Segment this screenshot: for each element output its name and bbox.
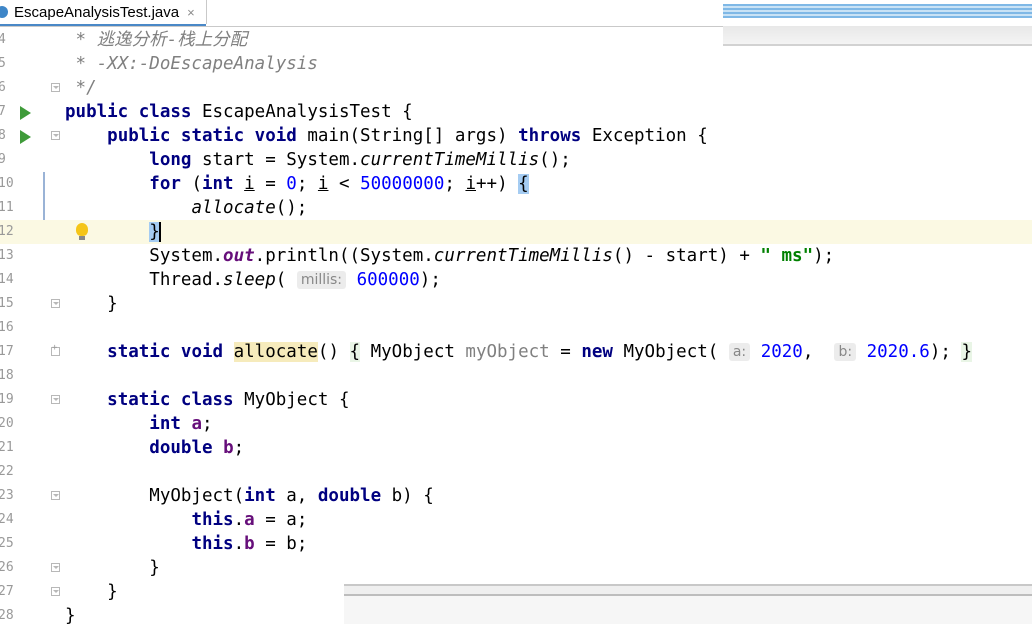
allocate-method: static void allocate() { MyObject myObje… xyxy=(107,342,972,362)
code-line: 18 xyxy=(0,364,1032,388)
active-tab-indicator xyxy=(0,24,206,26)
statement: long start = System.currentTimeMillis(); xyxy=(149,150,571,170)
fold-expand-icon[interactable] xyxy=(51,343,60,356)
line-number: 20 xyxy=(0,416,14,431)
line-number: 11 xyxy=(0,200,14,215)
code-line: 19 static class MyObject { xyxy=(0,388,1032,412)
line-number: 17 xyxy=(0,344,14,359)
current-code-line: 12 } xyxy=(0,220,1032,244)
line-number: 12 xyxy=(0,224,14,239)
line-number: 18 xyxy=(0,368,14,383)
for-loop-header: for (int i = 0; i < 50000000; i++) { xyxy=(149,174,529,194)
line-number: 9 xyxy=(0,152,6,167)
comment-line: * 逃逸分析-栈上分配 xyxy=(65,30,248,50)
overlay-window-edge xyxy=(723,4,1032,18)
fold-toggle-icon[interactable] xyxy=(51,131,60,140)
line-number: 16 xyxy=(0,320,14,335)
tab-filename: EscapeAnalysisTest.java xyxy=(14,3,180,21)
line-number: 25 xyxy=(0,536,14,551)
code-line: 17 static void allocate() { MyObject myO… xyxy=(0,340,1032,364)
line-number: 22 xyxy=(0,464,14,479)
code-line: 5 * -XX:-DoEscapeAnalysis xyxy=(0,52,1032,76)
code-line: 21 double b; xyxy=(0,436,1032,460)
line-number: 6 xyxy=(0,80,6,95)
code-line: 10 for (int i = 0; i < 50000000; i++) { xyxy=(0,172,1032,244)
line-number: 21 xyxy=(0,440,14,455)
fold-toggle-icon[interactable] xyxy=(51,299,60,308)
fold-toggle-icon[interactable] xyxy=(51,491,60,500)
fold-toggle-icon[interactable] xyxy=(51,587,60,596)
code-line: 14 Thread.sleep( millis: 600000); xyxy=(0,268,1032,292)
line-number: 7 xyxy=(0,104,6,119)
line-number: 10 xyxy=(0,176,14,191)
line-number: 24 xyxy=(0,512,14,527)
code-line: 26 } xyxy=(0,556,1032,580)
code-line: 24 this.a = a; xyxy=(0,508,1032,532)
closing-brace: } xyxy=(65,582,118,602)
closing-brace: } xyxy=(65,558,160,578)
comment-line: * -XX:-DoEscapeAnalysis xyxy=(65,54,318,74)
statement: System.out.println((System.currentTimeMi… xyxy=(65,246,835,266)
code-line: 6 */ xyxy=(0,76,1032,100)
code-line: 7 public class EscapeAnalysisTest { xyxy=(0,100,1032,124)
parameter-hint: b: xyxy=(834,343,857,361)
field-declaration: int a; xyxy=(149,414,213,434)
line-number: 8 xyxy=(0,128,6,143)
line-number: 19 xyxy=(0,392,14,407)
code-line: 25 this.b = b; xyxy=(0,532,1032,556)
line-number: 26 xyxy=(0,560,14,575)
code-line: 16 xyxy=(0,316,1032,340)
code-line: 11 allocate(); xyxy=(0,196,1032,220)
code-line: 23 MyObject(int a, double b) { xyxy=(0,484,1032,508)
code-line: 4 * 逃逸分析-栈上分配 xyxy=(0,28,1032,52)
java-class-icon xyxy=(0,6,8,18)
closing-brace: } xyxy=(149,222,161,242)
constructor-declaration: MyObject(int a, double b) { xyxy=(65,486,434,506)
run-class-icon[interactable] xyxy=(20,106,31,120)
class-declaration: public class EscapeAnalysisTest { xyxy=(65,102,413,122)
line-number: 13 xyxy=(0,248,14,263)
code-line: 8 public static void main(String[] args)… xyxy=(0,124,1032,148)
parameter-hint: millis: xyxy=(296,271,347,289)
line-number: 5 xyxy=(0,56,6,71)
main-method-declaration: public static void main(String[] args) t… xyxy=(107,126,708,146)
run-main-icon[interactable] xyxy=(20,130,31,144)
line-number: 28 xyxy=(0,608,14,623)
statement: allocate(); xyxy=(191,198,308,218)
line-number: 4 xyxy=(0,32,6,47)
statement: Thread.sleep( millis: 600000); xyxy=(65,270,441,290)
line-number: 23 xyxy=(0,488,14,503)
code-line: 9 long start = System.currentTimeMillis(… xyxy=(0,148,1032,172)
inner-class-declaration: static class MyObject { xyxy=(107,390,350,410)
line-number: 15 xyxy=(0,296,14,311)
parameter-hint: a: xyxy=(728,343,751,361)
closing-brace: } xyxy=(65,606,76,626)
overlay-window-edge-bottom xyxy=(344,584,1032,624)
code-line: 20 int a; xyxy=(0,412,1032,436)
code-editor[interactable]: 4 * 逃逸分析-栈上分配 5 * -XX:-DoEscapeAnalysis … xyxy=(0,27,1032,626)
comment-line: */ xyxy=(65,78,97,98)
statement: this.b = b; xyxy=(191,534,308,554)
editor-tab[interactable]: EscapeAnalysisTest.java × xyxy=(0,0,207,24)
code-line: 22 xyxy=(0,460,1032,484)
statement: this.a = a; xyxy=(191,510,308,530)
closing-brace: } xyxy=(65,294,118,314)
line-number: 14 xyxy=(0,272,14,287)
code-line: 13 System.out.println((System.currentTim… xyxy=(0,244,1032,268)
fold-toggle-icon[interactable] xyxy=(51,83,60,92)
close-icon[interactable]: × xyxy=(187,5,195,20)
code-line: 15 } xyxy=(0,292,1032,316)
line-number: 27 xyxy=(0,584,14,599)
fold-toggle-icon[interactable] xyxy=(51,563,60,572)
fold-toggle-icon[interactable] xyxy=(51,395,60,404)
field-declaration: double b; xyxy=(149,438,245,458)
